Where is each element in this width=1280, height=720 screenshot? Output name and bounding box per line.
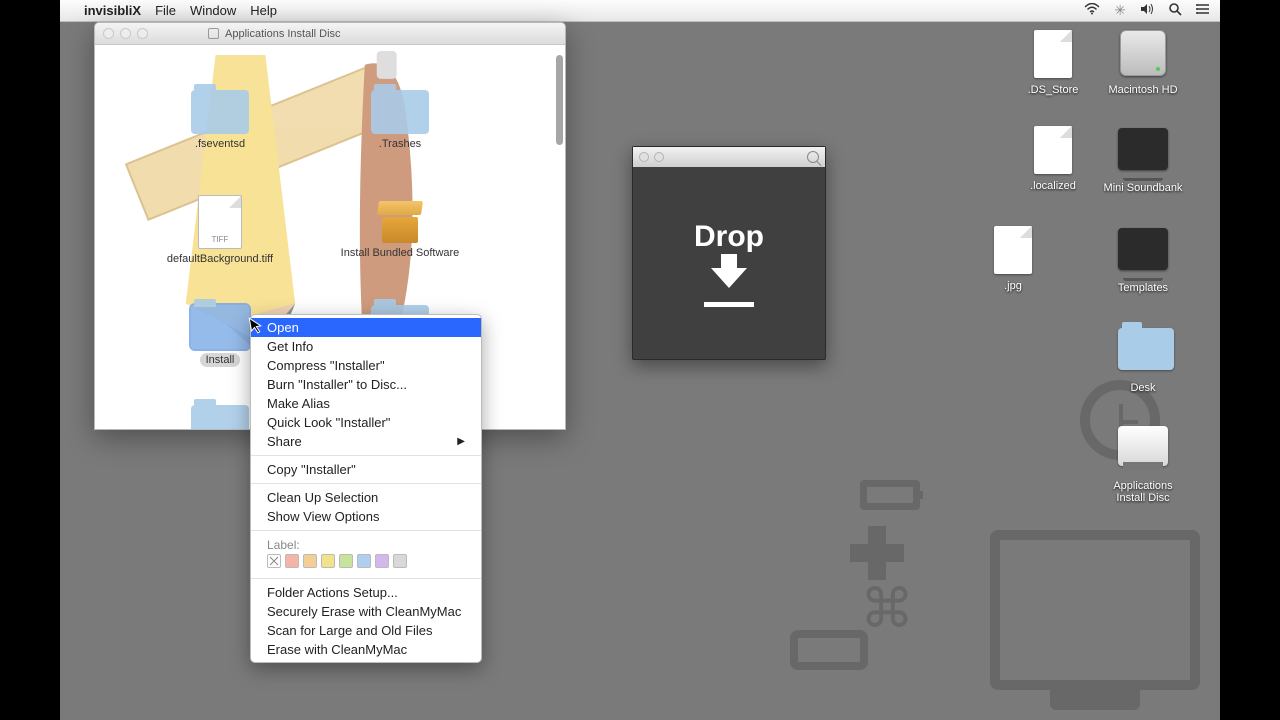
folder-icon [191, 90, 249, 134]
context-menu-item[interactable]: Quick Look "Installer" [251, 413, 481, 432]
context-menu-item[interactable]: Burn "Installer" to Disc... [251, 375, 481, 394]
desktop-icon-label: Templates [1098, 282, 1188, 294]
menubar-help[interactable]: Help [250, 3, 277, 18]
label-swatch[interactable] [285, 554, 299, 568]
folder-icon [371, 90, 429, 134]
search-icon[interactable] [807, 151, 819, 163]
desktop-icon[interactable]: Templates [1098, 226, 1188, 294]
menubar-window[interactable]: Window [190, 3, 236, 18]
desktop-icon-label: .localized [1008, 180, 1098, 192]
desktop-icon[interactable]: .DS_Store [1008, 30, 1098, 96]
app-icon [1118, 128, 1168, 170]
disc-icon [1118, 426, 1168, 466]
desktop-icon[interactable]: Desk [1098, 324, 1188, 394]
menubar-app-name[interactable]: invisibliX [84, 3, 141, 18]
desktop-icon[interactable]: Macintosh HD [1098, 30, 1188, 96]
desktop-icon[interactable]: Mini Soundbank [1098, 126, 1188, 194]
context-menu-item[interactable]: Clean Up Selection [251, 488, 481, 507]
context-menu-item[interactable]: Compress "Installer" [251, 356, 481, 375]
minimize-icon[interactable] [120, 28, 131, 39]
context-menu-item[interactable]: Copy "Installer" [251, 460, 481, 479]
finder-item[interactable]: Install Bundled Software [325, 195, 475, 259]
label-swatch[interactable] [321, 554, 335, 568]
context-menu: OpenGet InfoCompress "Installer"Burn "In… [250, 314, 482, 663]
desktop-icon[interactable]: .localized [1008, 126, 1098, 192]
context-menu-item[interactable]: Scan for Large and Old Files [251, 621, 481, 640]
context-menu-item[interactable]: Securely Erase with CleanMyMac [251, 602, 481, 621]
drop-zone[interactable]: Drop [633, 167, 825, 359]
label-swatch[interactable] [393, 554, 407, 568]
desktop-icon[interactable]: .jpg [968, 226, 1058, 292]
label-swatch[interactable] [357, 554, 371, 568]
folder-icon [1118, 328, 1174, 370]
context-menu-label-header: Label: [251, 535, 481, 554]
bluetooth-icon[interactable]: ✳ [1114, 2, 1126, 19]
drop-titlebar[interactable] [633, 147, 825, 167]
folder-icon [191, 405, 249, 430]
context-menu-item[interactable]: Open [251, 318, 481, 337]
desktop-icon-label: Macintosh HD [1098, 84, 1188, 96]
minimize-icon[interactable] [654, 152, 664, 162]
finder-title-proxy-icon [208, 28, 219, 39]
drop-label: Drop [694, 220, 764, 254]
desktop-icon-label: .DS_Store [1008, 84, 1098, 96]
desktop-icon-label: Desk [1098, 382, 1188, 394]
context-menu-item[interactable]: Show View Options [251, 507, 481, 526]
zoom-icon[interactable] [137, 28, 148, 39]
drop-window: Drop [632, 146, 826, 360]
finder-item[interactable]: TIFF defaultBackground.tiff [145, 195, 295, 265]
scrollbar[interactable] [556, 55, 563, 145]
finder-titlebar[interactable]: Applications Install Disc [95, 23, 565, 45]
package-icon [374, 195, 426, 243]
label-swatch[interactable] [339, 554, 353, 568]
desktop-icon[interactable]: Applications Install Disc [1098, 422, 1188, 504]
file-icon: TIFF [198, 195, 242, 249]
finder-title: Applications Install Disc [225, 28, 341, 40]
finder-item-label: .fseventsd [145, 138, 295, 150]
notification-center-icon[interactable] [1196, 2, 1210, 19]
document-icon [994, 226, 1032, 274]
close-icon[interactable] [639, 152, 649, 162]
context-menu-item[interactable]: Share▶ [251, 432, 481, 451]
finder-item-label: Install Bundled Software [325, 247, 475, 259]
desktop-icon-label: Applications Install Disc [1098, 480, 1188, 504]
spotlight-icon[interactable] [1168, 2, 1182, 19]
download-arrow-icon [711, 268, 747, 288]
chevron-right-icon: ▶ [457, 436, 465, 447]
finder-item-label: defaultBackground.tiff [145, 253, 295, 265]
label-color-swatches [251, 554, 481, 574]
finder-item[interactable]: .Trashes [325, 90, 475, 150]
context-menu-item[interactable]: Make Alias [251, 394, 481, 413]
menubar-file[interactable]: File [155, 3, 176, 18]
label-swatch[interactable] [267, 554, 281, 568]
app-icon [1118, 228, 1168, 270]
traffic-lights[interactable] [103, 28, 148, 39]
finder-item-label: .Trashes [325, 138, 475, 150]
context-menu-item[interactable]: Erase with CleanMyMac [251, 640, 481, 659]
folder-icon [191, 305, 249, 349]
wifi-icon[interactable] [1084, 2, 1100, 19]
harddrive-icon [1120, 30, 1166, 76]
close-icon[interactable] [103, 28, 114, 39]
menubar: invisibliX File Window Help ✳ [60, 0, 1220, 22]
document-icon [1034, 30, 1072, 78]
context-menu-item[interactable]: Get Info [251, 337, 481, 356]
label-swatch[interactable] [303, 554, 317, 568]
desktop-icon-label: .jpg [968, 280, 1058, 292]
volume-icon[interactable] [1140, 2, 1154, 19]
finder-item[interactable]: .fseventsd [145, 90, 295, 150]
label-swatch[interactable] [375, 554, 389, 568]
document-icon [1034, 126, 1072, 174]
context-menu-item[interactable]: Folder Actions Setup... [251, 583, 481, 602]
desktop-icon-label: Mini Soundbank [1098, 182, 1188, 194]
